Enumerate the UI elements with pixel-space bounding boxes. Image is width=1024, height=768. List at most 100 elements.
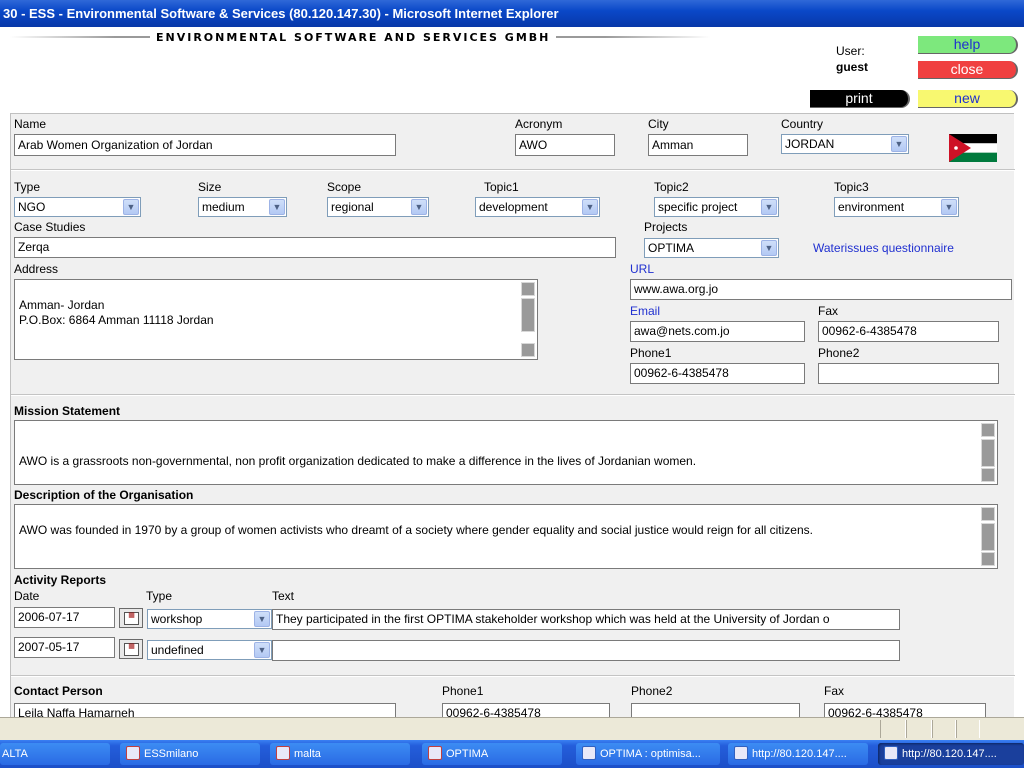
phone2-field[interactable] [818,363,999,384]
contact-person-label: Contact Person [14,684,103,698]
calendar-icon[interactable]: ▦ [119,608,143,628]
taskbar-item[interactable]: ALTA [0,743,110,765]
print-button[interactable]: print [810,90,910,108]
contact-person-field[interactable]: Leila Naffa Hamarneh [14,703,396,717]
fax-field[interactable]: 00962-6-4385478 [818,321,999,342]
contact-fax-field[interactable]: 00962-6-4385478 [824,703,986,717]
type-value: NGO [18,200,46,214]
taskbar-item-label: OPTIMA [446,748,489,760]
url-field[interactable]: www.awa.org.jo [630,279,1012,300]
contact-fax-label: Fax [824,684,845,698]
page-content: ENVIRONMENTAL SOFTWARE AND SERVICES GMBH… [0,27,1024,717]
projects-select[interactable]: OPTIMA ▼ [644,238,779,258]
chevron-down-icon: ▼ [254,611,270,627]
calendar-icon[interactable]: ▦ [119,639,143,659]
presentation-icon [276,746,290,760]
phone2-label: Phone2 [818,346,860,360]
taskbar-item[interactable]: OPTIMA : optimisa... [576,743,720,765]
divider [11,675,1015,677]
taskbar-item-label: malta [294,748,321,760]
email-field[interactable]: awa@nets.com.jo [630,321,805,342]
activity-date-field[interactable]: 2007-05-17 [14,637,115,658]
acronym-label: Acronym [515,117,563,131]
email-label[interactable]: Email [630,304,660,318]
topic1-value: development [479,200,548,214]
size-select[interactable]: medium ▼ [198,197,287,217]
chevron-down-icon: ▼ [761,240,777,256]
internet-explorer-icon [884,746,898,760]
activity-text-field[interactable]: They participated in the first OPTIMA st… [272,609,900,630]
topic2-select[interactable]: specific project ▼ [654,197,779,217]
help-button[interactable]: help [918,36,1018,54]
name-label: Name [14,117,47,131]
activity-date-field[interactable]: 2006-07-17 [14,607,115,628]
chevron-down-icon: ▼ [891,136,907,152]
url-label[interactable]: URL [630,262,654,276]
address-scrollbar[interactable] [520,281,536,358]
topic3-select[interactable]: environment ▼ [834,197,959,217]
scope-select[interactable]: regional ▼ [327,197,429,217]
divider [11,394,1015,396]
activity-type-header: Type [146,589,173,603]
acronym-field[interactable]: AWO [515,134,615,156]
country-select[interactable]: JORDAN ▼ [781,134,909,154]
contact-phone2-label: Phone2 [631,684,673,698]
divider [11,169,1015,171]
mission-scrollbar[interactable] [980,422,996,483]
taskbar-item[interactable]: OPTIMA [422,743,562,765]
description-text: AWO was founded in 1970 by a group of wo… [19,523,813,537]
activity-type-value: undefined [151,643,204,657]
chevron-down-icon: ▼ [411,199,427,215]
new-button[interactable]: new [918,90,1018,108]
city-label: City [648,117,669,131]
browser-status-bar [0,717,1024,740]
taskbar-item[interactable]: http://80.120.147.... [728,743,868,765]
topic1-label: Topic1 [484,180,519,194]
activity-text-field[interactable] [272,640,900,661]
jordan-flag-icon [949,134,997,162]
topic2-label: Topic2 [654,180,689,194]
scope-label: Scope [327,180,362,194]
topic3-label: Topic3 [834,180,869,194]
taskbar-item[interactable]: malta [270,743,410,765]
country-value: JORDAN [785,137,835,151]
activity-type-select[interactable]: workshop ▼ [147,609,272,629]
taskbar-item-active[interactable]: http://80.120.147.... [878,743,1024,765]
user-label: User: [836,44,865,58]
address-textarea[interactable]: Amman- Jordan P.O.Box: 6864 Amman 11118 … [14,279,538,360]
contact-phone1-label: Phone1 [442,684,484,698]
type-select[interactable]: NGO ▼ [14,197,141,217]
size-value: medium [202,200,245,214]
activity-date-header: Date [14,589,40,603]
phone1-field[interactable]: 00962-6-4385478 [630,363,805,384]
mission-textarea[interactable]: AWO is a grassroots non-governmental, no… [14,420,998,485]
window-title-bar: 30 - ESS - Environmental Software & Serv… [0,0,1024,27]
phone1-label: Phone1 [630,346,672,360]
chevron-down-icon: ▼ [582,199,598,215]
taskbar-item[interactable]: ESSmilano [120,743,260,765]
activity-type-select[interactable]: undefined ▼ [147,640,272,660]
chevron-down-icon: ▼ [941,199,957,215]
name-field[interactable]: Arab Women Organization of Jordan [14,134,396,156]
description-scrollbar[interactable] [980,506,996,567]
description-textarea[interactable]: AWO was founded in 1970 by a group of wo… [14,504,998,569]
user-name: guest [836,60,869,74]
internet-explorer-icon [582,746,596,760]
activity-text-header: Text [272,589,295,603]
case-studies-field[interactable]: Zerqa [14,237,616,258]
contact-phone2-field[interactable] [631,703,800,717]
topic2-value: specific project [658,200,738,214]
topic3-value: environment [838,200,905,214]
waterissues-questionnaire-link[interactable]: Waterissues questionnaire [813,241,954,255]
close-button[interactable]: close [918,61,1018,79]
description-label: Description of the Organisation [14,488,194,502]
activity-type-value: workshop [151,612,203,626]
chevron-down-icon: ▼ [761,199,777,215]
taskbar-item-label: OPTIMA : optimisa... [600,748,701,760]
contact-phone1-field[interactable]: 00962-6-4385478 [442,703,610,717]
topic1-select[interactable]: development ▼ [475,197,600,217]
taskbar-item-label: ALTA [2,748,28,760]
type-label: Type [14,180,41,194]
city-field[interactable]: Amman [648,134,748,156]
internet-explorer-icon [734,746,748,760]
